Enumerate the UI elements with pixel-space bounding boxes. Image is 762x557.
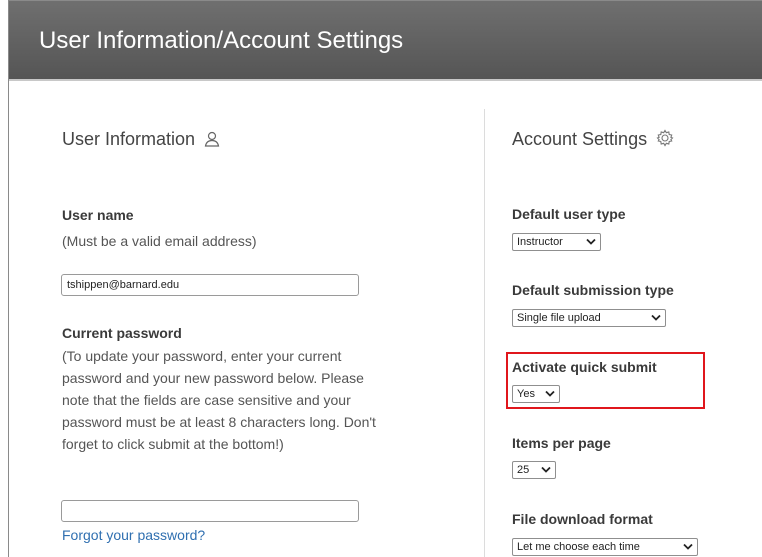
username-input[interactable] xyxy=(61,274,359,296)
chevron-down-icon xyxy=(545,388,555,400)
password-hint-line: forget to click submit at the bottom!) xyxy=(62,436,284,452)
file-download-format-select[interactable]: Let me choose each time xyxy=(512,538,698,556)
chevron-down-icon xyxy=(651,312,661,324)
page-header: User Information/Account Settings xyxy=(9,1,762,81)
password-hint-line: password and your new password below. Pl… xyxy=(62,370,364,386)
default-user-type-label: Default user type xyxy=(512,206,626,222)
file-download-format-label: File download format xyxy=(512,511,653,527)
username-label: User name xyxy=(62,207,134,223)
default-user-type-value: Instructor xyxy=(517,236,563,248)
current-password-label: Current password xyxy=(62,325,182,341)
items-per-page-select[interactable]: 25 xyxy=(512,461,556,479)
password-hint-line: password must be at least 8 characters l… xyxy=(62,414,376,430)
chevron-down-icon xyxy=(586,236,596,248)
password-hint-line: (To update your password, enter your cur… xyxy=(62,348,342,364)
password-hint: (To update your password, enter your cur… xyxy=(62,345,462,455)
items-per-page-value: 25 xyxy=(517,464,530,476)
default-submission-type-value: Single file upload xyxy=(517,312,601,324)
settings-panel: User Information/Account Settings User I… xyxy=(8,0,762,557)
forgot-password-link[interactable]: Forgot your password? xyxy=(62,527,205,543)
activate-quick-submit-select[interactable]: Yes xyxy=(512,385,560,403)
file-download-format-value: Let me choose each time xyxy=(517,541,640,553)
page-title: User Information/Account Settings xyxy=(39,27,404,54)
activate-quick-submit-value: Yes xyxy=(517,388,535,400)
account-settings-title: Account Settings xyxy=(512,129,648,149)
items-per-page-label: Items per page xyxy=(512,435,611,451)
chevron-down-icon xyxy=(683,541,693,553)
user-information-title: User Information xyxy=(62,129,196,149)
password-hint-line: note that the fields are case sensitive … xyxy=(62,392,351,408)
username-hint: (Must be a valid email address) xyxy=(62,233,257,249)
current-password-input[interactable] xyxy=(61,500,359,522)
column-divider xyxy=(484,109,485,557)
user-icon xyxy=(204,131,220,152)
user-information-heading: User Information xyxy=(62,129,220,152)
default-submission-type-label: Default submission type xyxy=(512,282,674,298)
gear-icon xyxy=(656,129,674,152)
activate-quick-submit-label: Activate quick submit xyxy=(512,359,657,375)
chevron-down-icon xyxy=(541,464,551,476)
account-settings-heading: Account Settings xyxy=(512,129,674,152)
default-submission-type-select[interactable]: Single file upload xyxy=(512,309,666,327)
default-user-type-select[interactable]: Instructor xyxy=(512,233,601,251)
